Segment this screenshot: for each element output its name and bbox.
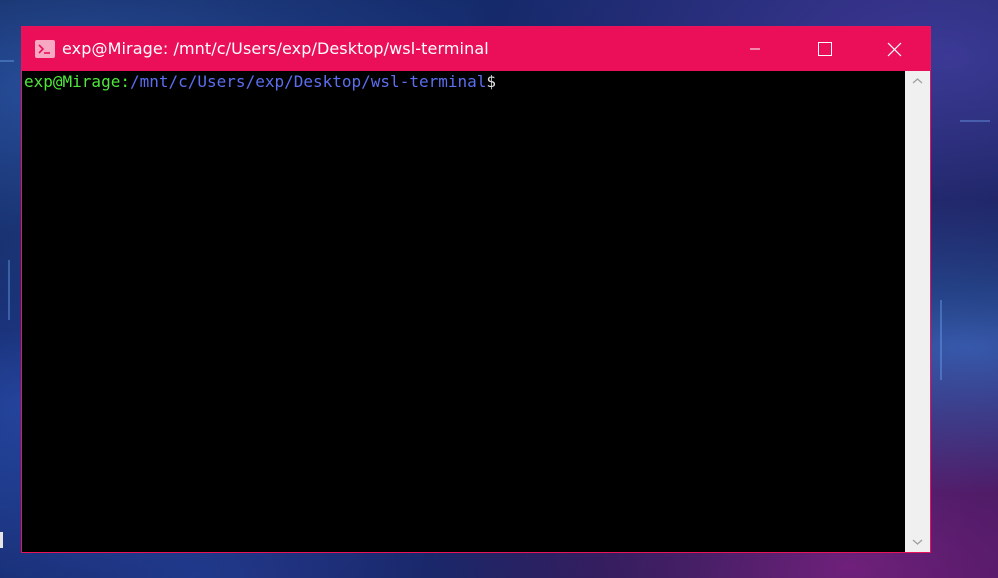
prompt-line: exp@Mirage:/mnt/c/Users/exp/Desktop/wsl-… (24, 72, 496, 92)
prompt-cwd: /mnt/c/Users/exp/Desktop/wsl-terminal (129, 72, 487, 91)
prompt-separator: : (120, 72, 130, 91)
wallpaper-decoration (8, 260, 10, 320)
wallpaper-decoration (940, 300, 942, 380)
maximize-button[interactable] (801, 27, 847, 71)
scroll-up-button[interactable] (905, 71, 930, 91)
maximize-icon (818, 42, 832, 56)
close-icon (887, 42, 902, 57)
desktop-edge-item (0, 532, 3, 548)
vertical-scrollbar[interactable] (905, 71, 930, 552)
minimize-icon (750, 48, 760, 50)
chevron-down-icon (912, 539, 923, 545)
wallpaper-decoration (0, 60, 14, 62)
close-button[interactable] (870, 27, 916, 71)
prompt-symbol: $ (486, 72, 497, 91)
terminal-window: exp@Mirage: /mnt/c/Users/exp/Desktop/wsl… (21, 26, 931, 553)
scroll-down-button[interactable] (905, 532, 930, 552)
wallpaper-decoration (960, 120, 990, 122)
window-title: exp@Mirage: /mnt/c/Users/exp/Desktop/wsl… (62, 39, 489, 58)
minimize-button[interactable] (732, 27, 778, 71)
terminal-output[interactable]: exp@Mirage:/mnt/c/Users/exp/Desktop/wsl-… (22, 71, 905, 552)
chevron-up-icon (912, 78, 923, 84)
title-bar[interactable]: exp@Mirage: /mnt/c/Users/exp/Desktop/wsl… (22, 27, 930, 71)
prompt-user-host: exp@Mirage (24, 72, 121, 91)
terminal-icon (35, 40, 55, 58)
